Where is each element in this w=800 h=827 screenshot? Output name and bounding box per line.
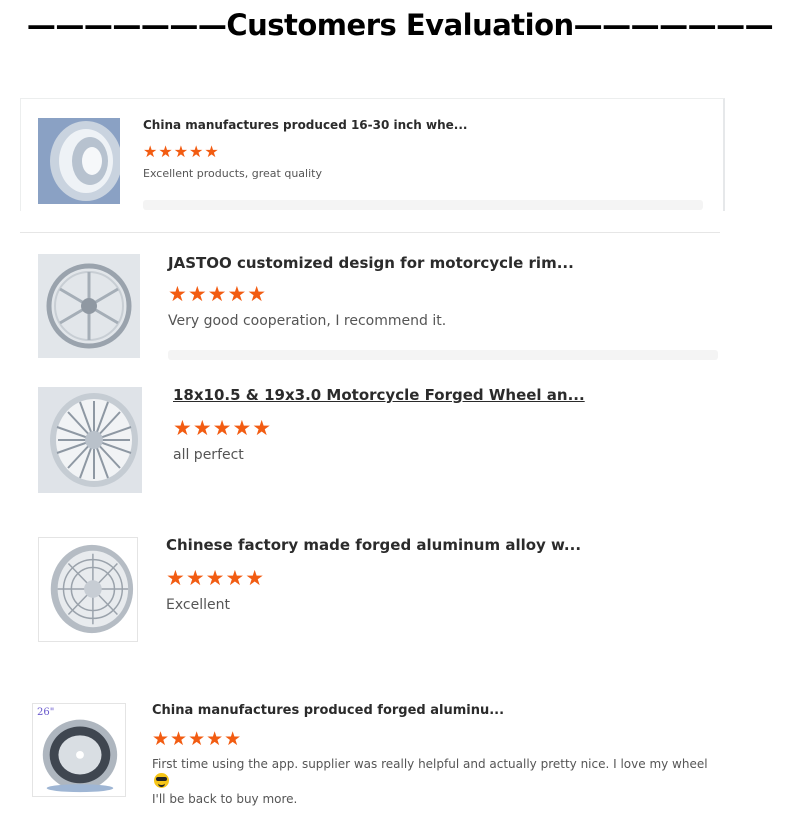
product-title[interactable]: Chinese factory made forged aluminum all… bbox=[166, 536, 581, 554]
mesh-wheel-icon[interactable] bbox=[38, 537, 138, 642]
rating-stars: ★★★★★ bbox=[166, 567, 266, 590]
rating-stars: ★★★★★ bbox=[152, 729, 243, 750]
review-comment: Excellent bbox=[166, 597, 230, 613]
size-badge: 26" bbox=[37, 707, 55, 718]
review-comment: Very good cooperation, I recommend it. bbox=[168, 313, 447, 329]
review-comment-line2: I'll be back to buy more. bbox=[152, 792, 298, 806]
review-comment: First time using the app. supplier was r… bbox=[152, 757, 708, 771]
page-title: ———————Customers Evaluation——————— bbox=[26, 8, 774, 42]
product-title[interactable]: China manufactures produced 16-30 inch w… bbox=[143, 118, 467, 132]
rating-stars: ★★★★★ bbox=[143, 144, 220, 161]
wheel-rim-icon[interactable] bbox=[38, 118, 120, 204]
forged-wheel-icon[interactable] bbox=[38, 387, 142, 493]
product-title[interactable]: China manufactures produced forged alumi… bbox=[152, 703, 504, 718]
rating-stars: ★★★★★ bbox=[168, 283, 268, 306]
review-card-frame bbox=[20, 98, 725, 211]
motorcycle-rim-icon[interactable] bbox=[38, 254, 140, 358]
smiling-sunglasses-emoji-icon bbox=[154, 773, 169, 788]
review-comment: all perfect bbox=[173, 447, 244, 463]
reply-bar bbox=[143, 200, 703, 210]
rating-stars: ★★★★★ bbox=[173, 417, 273, 440]
wheel-barrel-icon[interactable]: 26" bbox=[32, 703, 126, 797]
product-title-link[interactable]: 18x10.5 & 19x3.0 Motorcycle Forged Wheel… bbox=[173, 386, 585, 404]
divider bbox=[20, 232, 720, 233]
review-comment: Excellent products, great quality bbox=[143, 167, 322, 180]
product-title[interactable]: JASTOO customized design for motorcycle … bbox=[168, 254, 574, 272]
reply-bar bbox=[168, 350, 718, 360]
